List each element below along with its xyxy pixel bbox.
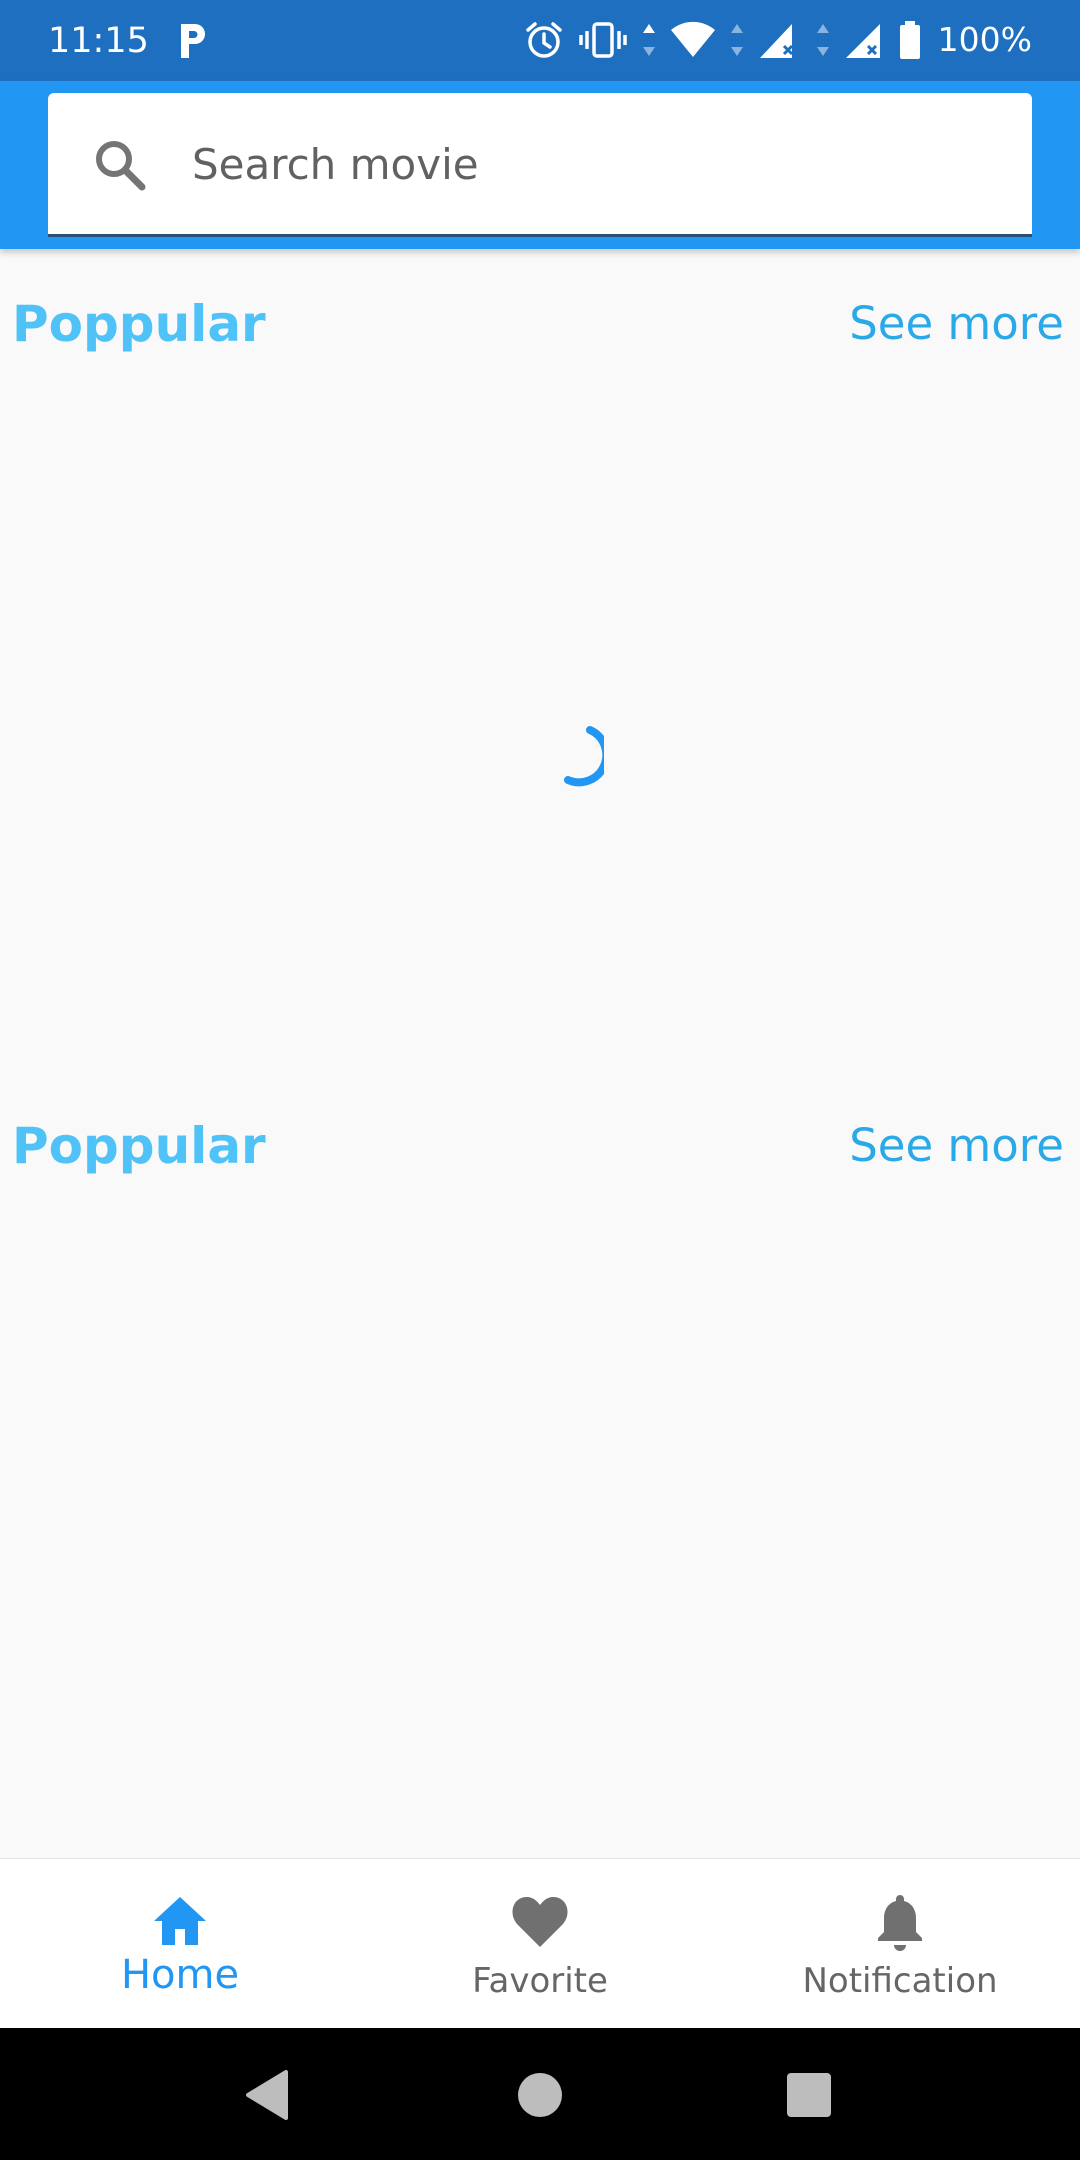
nav-item-notification[interactable]: Notification (720, 1859, 1080, 2029)
nav-item-favorite[interactable]: Favorite (360, 1859, 720, 2029)
see-more-link[interactable]: See more (849, 284, 1064, 364)
data-arrows-icon (816, 24, 829, 56)
section-content-popular (0, 364, 1080, 1064)
nav-item-home[interactable]: Home (0, 1859, 360, 2029)
system-nav-bar (0, 2028, 1080, 2160)
nav-label: Home (120, 1952, 240, 1998)
heart-icon (512, 1897, 568, 1947)
status-bar: 11:15 100% (0, 0, 1080, 81)
wifi-icon (670, 21, 715, 57)
section-header-popular: Poppular See more (0, 1106, 1080, 1186)
bottom-nav: Home Favorite Notification (0, 1858, 1080, 2028)
search-box[interactable] (48, 93, 1032, 237)
data-arrows-icon (730, 24, 743, 56)
home-icon (154, 1897, 206, 1945)
recents-icon[interactable] (786, 2072, 832, 2118)
status-icons: 100% (524, 18, 1032, 62)
search-icon (96, 141, 146, 191)
section-title: Poppular (12, 295, 266, 353)
parking-icon (181, 24, 205, 58)
bell-icon (878, 1895, 922, 1951)
section-title: Poppular (12, 1117, 266, 1175)
loading-spinner (564, 726, 604, 787)
search-input[interactable] (192, 131, 992, 197)
signal-icon (759, 24, 793, 58)
back-icon[interactable] (244, 2070, 288, 2120)
battery-percent: 100% (937, 20, 1032, 59)
battery-icon (899, 21, 920, 59)
nav-label: Notification (802, 1961, 998, 2001)
alarm-icon (525, 22, 562, 58)
nav-label: Favorite (472, 1961, 608, 2001)
data-arrows-icon (642, 24, 655, 56)
app-bar (0, 81, 1080, 249)
status-time: 11:15 (48, 21, 149, 61)
section-header-popular: Poppular See more (0, 284, 1080, 364)
section-content-popular (0, 1186, 1080, 1846)
home-circle-icon[interactable] (517, 2072, 563, 2118)
vibrate-icon (578, 22, 627, 58)
signal-icon (845, 24, 880, 58)
see-more-link[interactable]: See more (849, 1106, 1064, 1186)
